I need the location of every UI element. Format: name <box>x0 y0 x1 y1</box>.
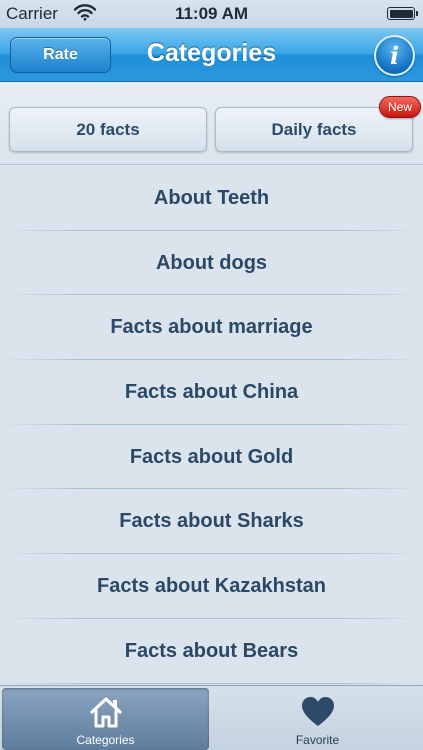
battery-icon <box>387 7 418 20</box>
category-list: About Teeth About dogs Facts about marri… <box>0 166 423 686</box>
list-item[interactable]: Facts about Kazakhstan <box>0 554 423 619</box>
list-item[interactable]: About dogs <box>0 231 423 296</box>
page-title: Categories <box>146 39 277 67</box>
status-time: 11:09 AM <box>174 4 249 23</box>
tab-label-favorite: Favorite <box>295 733 340 747</box>
new-badge: New <box>379 96 421 118</box>
top-buttons-bar: 20 facts Daily facts New <box>0 83 423 165</box>
status-bar: Carrier 11:09 AM <box>0 0 423 28</box>
nav-bar: Rate Categories i <box>0 28 423 82</box>
tab-categories[interactable]: Categories <box>2 688 209 750</box>
twenty-facts-button[interactable]: 20 facts <box>9 107 207 152</box>
list-item[interactable]: Facts about Gold <box>0 425 423 490</box>
info-icon[interactable]: i <box>374 35 415 76</box>
heart-icon <box>301 697 334 726</box>
list-item[interactable]: Facts about marriage <box>0 295 423 360</box>
tab-favorite[interactable]: Favorite <box>214 688 421 750</box>
home-icon <box>89 697 122 728</box>
tab-bar: Categories Favorite <box>0 685 423 750</box>
list-item[interactable]: About Teeth <box>0 166 423 231</box>
tab-label-categories: Categories <box>76 733 135 747</box>
list-item[interactable]: Facts about China <box>0 360 423 425</box>
list-item[interactable]: Facts about Sharks <box>0 489 423 554</box>
list-item[interactable]: Facts about Bears <box>0 619 423 684</box>
